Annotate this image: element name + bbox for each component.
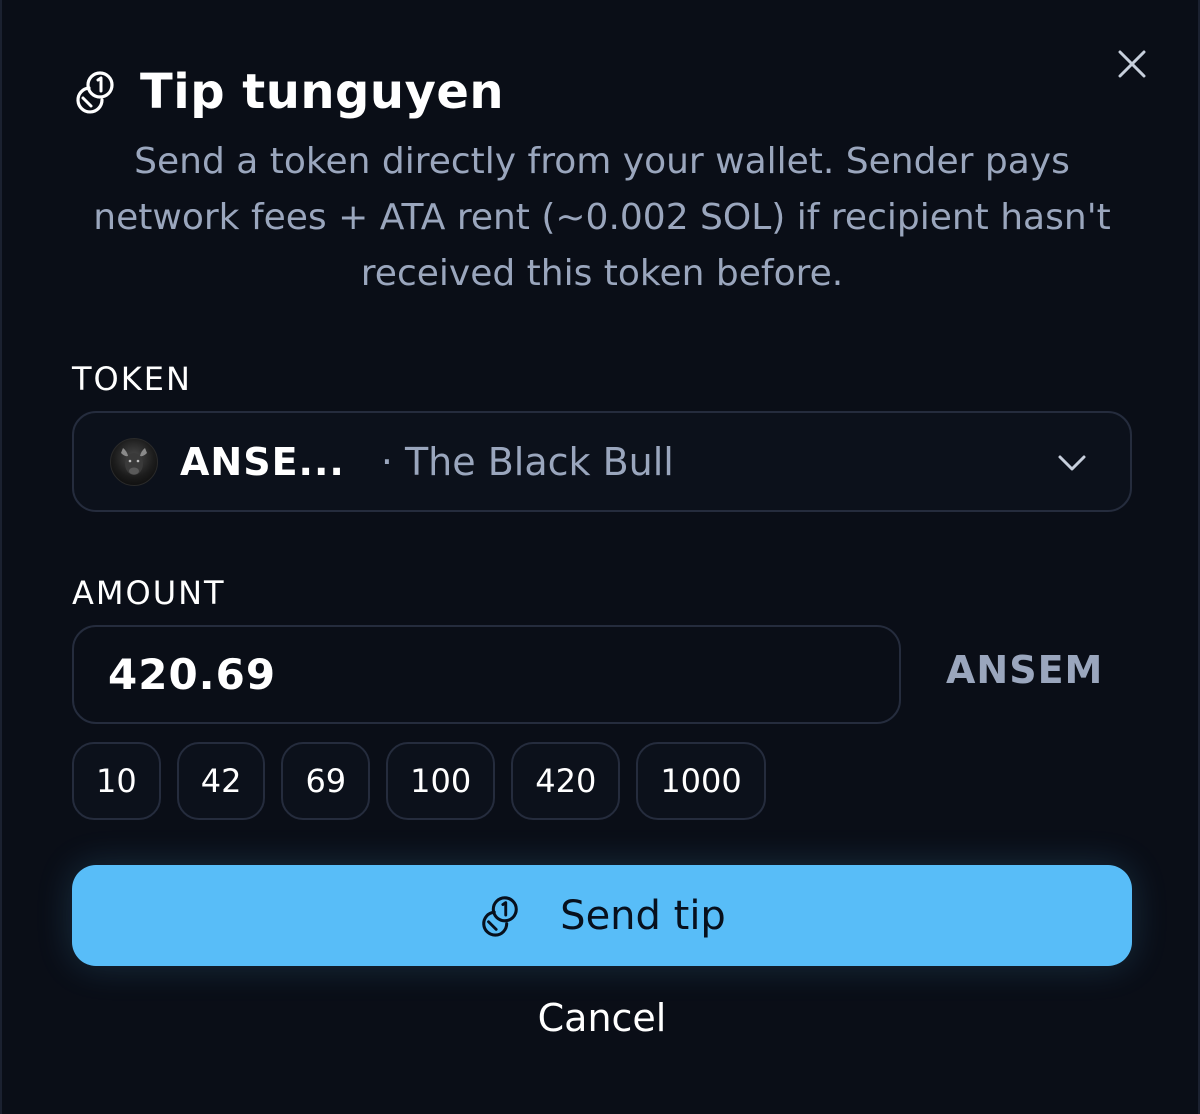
amount-input[interactable] [72, 625, 901, 724]
close-button[interactable] [1110, 42, 1154, 86]
token-separator: · [380, 439, 393, 484]
amount-label: AMOUNT [72, 574, 226, 612]
coins-icon [72, 69, 118, 115]
token-label: TOKEN [72, 360, 192, 398]
preset-button[interactable]: 69 [281, 742, 371, 820]
preset-button[interactable]: 10 [72, 742, 161, 820]
dialog-header: Tip tunguyen [72, 60, 504, 124]
tip-dialog: Tip tunguyen Send a token directly from … [0, 0, 1200, 1114]
dialog-title: Tip tunguyen [140, 64, 505, 120]
send-tip-button[interactable]: Send tip [72, 865, 1132, 966]
preset-button[interactable]: 42 [176, 742, 266, 820]
token-symbol: ANSE... [180, 439, 345, 484]
preset-button[interactable]: 420 [511, 742, 621, 820]
amount-unit: ANSEM [946, 648, 1104, 692]
close-icon [1118, 50, 1146, 78]
preset-button[interactable]: 100 [386, 742, 496, 820]
token-name: The Black Bull [404, 439, 674, 484]
send-tip-label: Send tip [560, 892, 726, 939]
token-select[interactable]: ANSE... · The Black Bull [72, 411, 1132, 512]
preset-button[interactable]: 1000 [636, 742, 766, 820]
cancel-button[interactable]: Cancel [482, 992, 722, 1044]
token-avatar [110, 437, 158, 486]
chevron-down-icon [1056, 447, 1088, 479]
dialog-description: Send a token directly from your wallet. … [93, 141, 1111, 294]
amount-presets: 10 42 69 100 420 1000 [72, 742, 766, 820]
coins-icon [478, 894, 522, 938]
